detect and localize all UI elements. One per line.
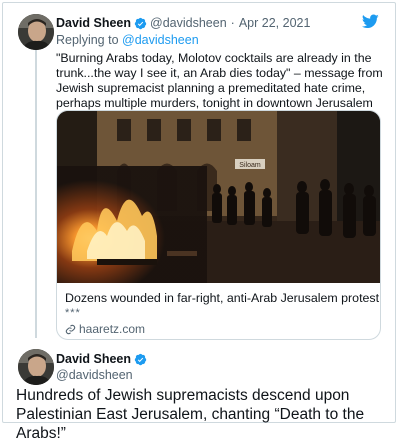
thread-connector-line (35, 50, 37, 338)
tweet-date[interactable]: Apr 22, 2021 (239, 16, 311, 30)
author-handle[interactable]: @davidsheen (150, 16, 227, 30)
tweet-text: "Burning Arabs today, Molotov cocktails … (56, 51, 383, 110)
tweet-header: David Sheen (56, 352, 150, 366)
replying-to-handle-link[interactable]: @davidsheen (122, 33, 199, 47)
author-handle[interactable]: @davidsheen (56, 368, 133, 382)
verified-badge-icon (134, 17, 147, 29)
replying-to-label: Replying to (56, 33, 119, 47)
card-description: *** (65, 307, 81, 319)
avatar-photo (18, 349, 54, 385)
twitter-bird-icon[interactable] (362, 14, 379, 29)
tweet-text: Hundreds of Jewish supremacists descend … (16, 387, 365, 442)
avatar-photo (18, 14, 54, 50)
separator-dot: · (230, 16, 235, 30)
card-title[interactable]: Dozens wounded in far-right, anti-Arab J… (65, 291, 379, 305)
verified-badge-icon (134, 353, 147, 365)
card-domain[interactable]: haaretz.com (65, 322, 145, 336)
news-photo-street-fire: Siloam (57, 111, 380, 283)
author-name[interactable]: David Sheen (56, 16, 131, 30)
link-icon (65, 324, 76, 334)
photo-shop-sign: Siloam (239, 162, 261, 169)
author-name[interactable]: David Sheen (56, 352, 131, 366)
link-preview-card[interactable]: Siloam Dozens wounded in far-right, anti… (56, 110, 381, 340)
tweet-header: David Sheen @davidsheen · Apr 22, 2021 (56, 16, 310, 30)
avatar[interactable] (18, 349, 54, 385)
avatar[interactable] (18, 14, 54, 50)
replying-to: Replying to @davidsheen (56, 33, 199, 47)
card-domain-text: haaretz.com (79, 322, 146, 336)
